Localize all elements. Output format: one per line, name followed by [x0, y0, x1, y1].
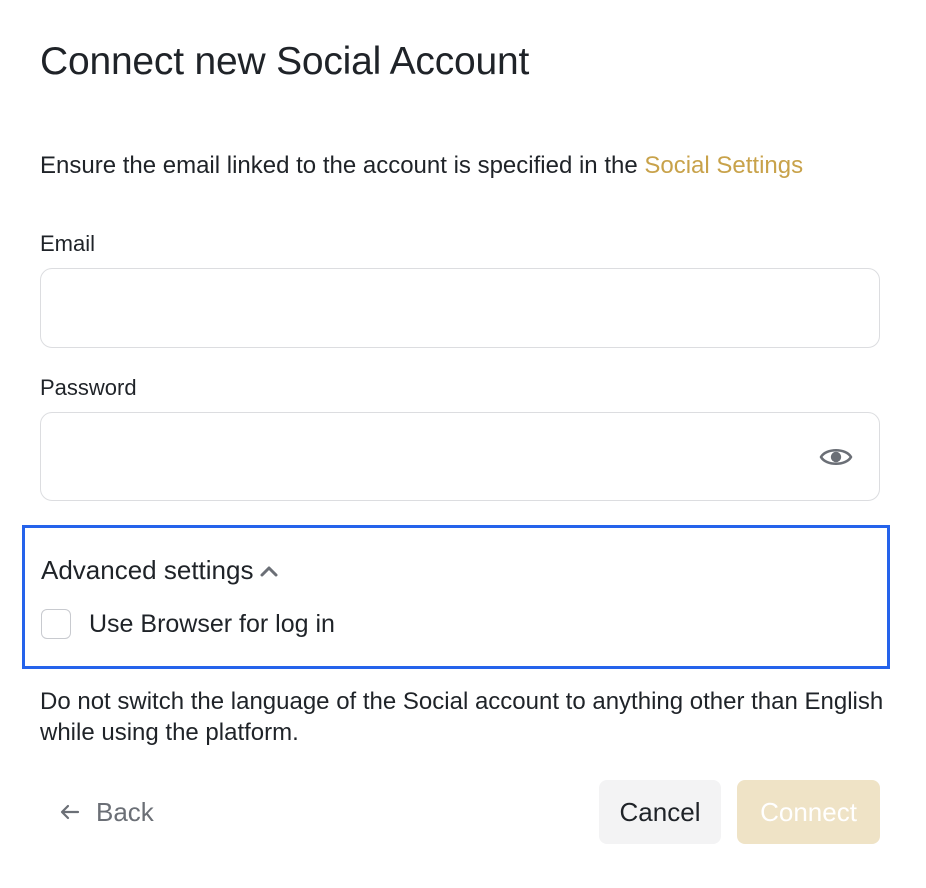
use-browser-label[interactable]: Use Browser for log in [89, 608, 335, 640]
use-browser-checkbox[interactable] [41, 609, 71, 639]
advanced-settings-title: Advanced settings [41, 555, 254, 585]
email-field-container [40, 268, 880, 348]
email-field[interactable] [41, 269, 879, 347]
connect-button[interactable]: Connect [737, 780, 880, 844]
social-settings-link[interactable]: Social Settings [644, 152, 803, 179]
email-notice-text: Ensure the email linked to the account i… [40, 152, 645, 179]
email-notice: Ensure the email linked to the account i… [40, 150, 860, 181]
arrow-left-icon [60, 804, 80, 820]
email-label: Email [40, 231, 96, 256]
password-label: Password [40, 375, 137, 400]
password-field-container [40, 412, 880, 501]
dialog-title: Connect new Social Account [40, 40, 530, 83]
cancel-button[interactable]: Cancel [599, 780, 721, 844]
connect-social-account-dialog: Connect new Social Account Ensure the em… [0, 0, 926, 888]
use-browser-option[interactable]: Use Browser for log in [41, 608, 335, 640]
advanced-settings-toggle[interactable]: Advanced settings [41, 554, 279, 586]
back-label: Back [96, 797, 154, 827]
password-field[interactable] [41, 413, 879, 500]
language-warning: Do not switch the language of the Social… [40, 688, 884, 746]
eye-icon[interactable] [819, 445, 853, 469]
advanced-settings-section: Advanced settings Use Browser for log in [22, 525, 890, 669]
back-button[interactable]: Back [60, 790, 154, 834]
chevron-up-icon [259, 564, 279, 578]
